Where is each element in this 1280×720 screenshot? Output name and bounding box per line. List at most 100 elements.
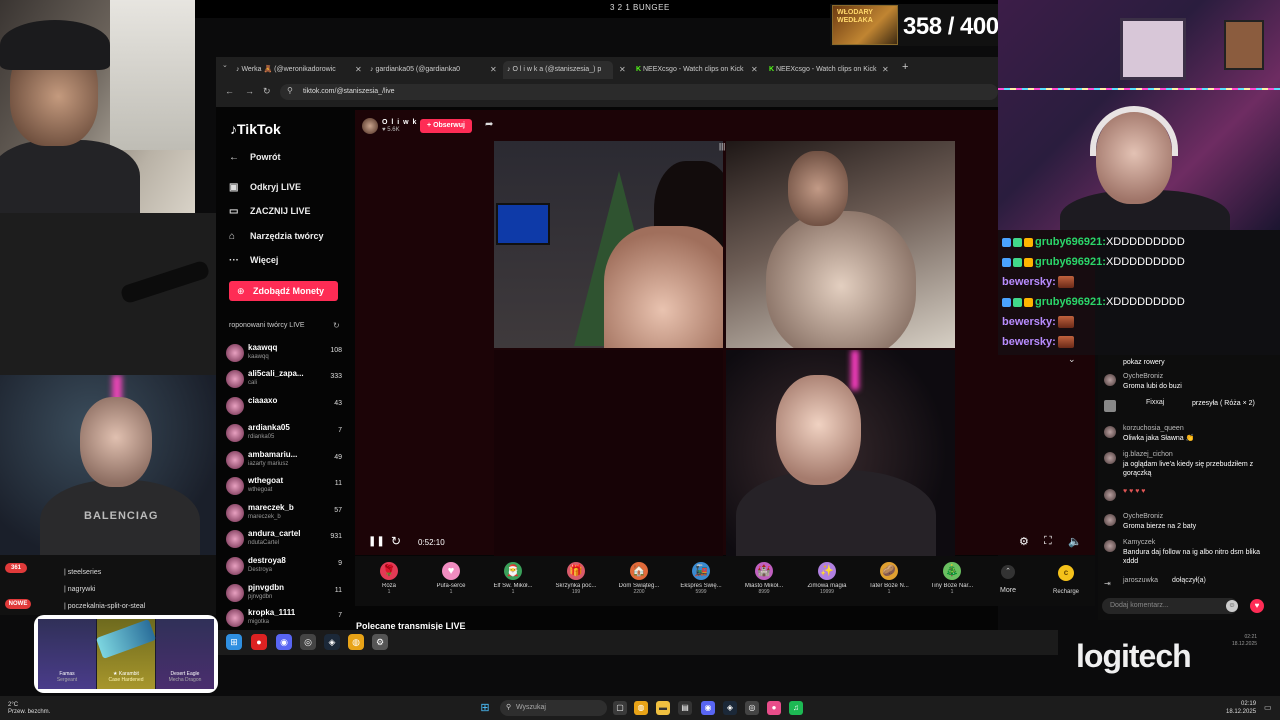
close-icon[interactable]: ✕ (355, 61, 362, 79)
site-info-icon[interactable]: ⚲ (287, 86, 293, 95)
reload-icon[interactable]: ↻ (391, 534, 401, 548)
spotify-icon[interactable]: ♫ (789, 701, 803, 715)
notification-icon[interactable]: ▭ (1264, 703, 1272, 712)
avatar (226, 370, 244, 388)
creator-item[interactable]: destroya8 Destroya 9 (222, 555, 346, 579)
volume-icon[interactable]: 🔈 (1068, 535, 1082, 548)
chat-user: gruby696921: (1035, 256, 1106, 268)
share-icon[interactable]: ➦ (485, 119, 493, 130)
avatar (1104, 374, 1116, 386)
chevron-down-icon[interactable]: ⌄ (1068, 354, 1076, 365)
reload-button[interactable]: ↻ (263, 86, 271, 97)
follow-button[interactable]: + Obserwuj (420, 119, 472, 133)
tab-list-icon[interactable]: ⌄ (222, 61, 228, 69)
obs-icon[interactable]: ● (767, 701, 781, 715)
url-text[interactable]: tiktok.com/@staniszesia_/live (303, 88, 395, 95)
host-name[interactable]: O l i w k a (382, 119, 425, 126)
get-coins-button[interactable]: Zdobądź Monety (229, 281, 338, 301)
system-clock[interactable]: 02:19 18.12.2025 (1226, 700, 1256, 716)
nav-creator-tools[interactable]: ⌂ Narzędzia twórcy (229, 231, 324, 242)
close-icon[interactable]: ✕ (882, 61, 889, 79)
browser-tab[interactable]: K NEEXcsgo - Watch clips on Kick (636, 61, 746, 79)
chat-user[interactable]: korzuchosia_queen (1123, 425, 1184, 432)
channel-item[interactable]: | steelseries (64, 569, 101, 576)
creator-item[interactable]: kaawqq kaawqq 108 (222, 342, 346, 366)
creator-item[interactable]: ardianka05 rdianka05 7 (222, 422, 346, 446)
creator-item[interactable]: ambamariu... iazarty mariusz 49 (222, 449, 346, 473)
emoji-icon[interactable]: ☺ (1226, 600, 1238, 612)
creator-item[interactable]: mareczek_b mareczek_b 57 (222, 502, 346, 526)
back-button[interactable]: ← (225, 86, 234, 96)
close-icon[interactable]: ✕ (490, 61, 497, 79)
recharge-button[interactable]: c Recharge (1045, 565, 1087, 595)
creator-name: pjnvgdbn (248, 583, 284, 592)
creator-item[interactable]: ali5cali_zapa... cali 333 (222, 368, 346, 392)
fullscreen-icon[interactable]: ⛶ (1044, 535, 1052, 548)
channel-item[interactable]: | poczekalnia-split-or-steal (64, 603, 145, 610)
chat-user[interactable]: Fixxaj (1146, 399, 1164, 406)
app-icon[interactable]: ◎ (745, 701, 759, 715)
folder-icon[interactable]: ▬ (656, 701, 670, 715)
nav-start-live[interactable]: ▭ ZACZNIJ LIVE (229, 206, 311, 217)
close-icon[interactable]: ✕ (619, 61, 626, 79)
refresh-icon[interactable]: ↻ (333, 321, 340, 330)
creator-item[interactable]: wthegoat wthegoat 11 (222, 475, 346, 499)
discord-icon[interactable]: ◉ (701, 701, 715, 715)
gift-item[interactable]: 🎅 Elf Św. Mikoł... 1 (483, 562, 543, 595)
gift-item[interactable]: 🥔 Tater Boże N... 1 (859, 562, 919, 595)
tiktok-logo[interactable]: ♪TikTok (230, 121, 281, 137)
comment-input[interactable]: Dodaj komentarz... (1102, 598, 1238, 614)
weather-widget[interactable]: 2°C Przew. bezchm. (8, 702, 50, 716)
video-tile-1 (494, 141, 723, 348)
task-view-icon[interactable]: ▢ (613, 701, 627, 715)
host-avatar[interactable] (362, 118, 378, 134)
settings-icon[interactable]: ⚙ (1019, 535, 1029, 548)
gift-item[interactable]: 🚂 Ekspres Świę... 5999 (671, 562, 731, 595)
gift-item[interactable]: ♥ Pufa-serce 1 (421, 562, 481, 595)
start-icon[interactable]: ⊞ (478, 701, 492, 715)
chat-user[interactable]: ig.blazej_cichon (1123, 451, 1173, 458)
chat-user[interactable]: Kamyczek (1123, 539, 1155, 546)
avatar (226, 397, 244, 415)
banner-title: 3 2 1 BUNGEE (610, 3, 670, 12)
more-gifts-button[interactable]: ⌃ More (993, 565, 1023, 594)
live-stream-area[interactable] (355, 110, 1095, 555)
pause-icon[interactable]: ❚❚ (368, 536, 385, 547)
nav-label: Odkryj LIVE (250, 182, 302, 192)
channel-item[interactable]: | nagrywki (64, 586, 95, 593)
creator-item[interactable]: andura_cartel ndutaCartel 931 (222, 528, 346, 552)
nav-back[interactable]: ← Powrót (229, 152, 281, 163)
gift-item[interactable]: 🎄 Tiny Boże Nar... 1 (922, 562, 982, 595)
gift-item[interactable]: 🏠 Dom Świąteg... 2200 (609, 562, 669, 595)
heart-icon[interactable]: ♥ (1250, 599, 1264, 613)
creator-item[interactable]: kropka_1111 migotka 7 (222, 607, 346, 631)
chat-user[interactable]: OycheBroniz (1123, 373, 1163, 380)
browser-tab[interactable]: K NEEXcsgo - Watch clips on Kick (769, 61, 879, 79)
wall-painting (1224, 20, 1264, 70)
chrome-icon[interactable]: ◍ (634, 701, 648, 715)
creator-item[interactable]: pjnvgdbn pjnvgdbn 11 (222, 582, 346, 606)
browser-tab-active[interactable]: ♪ O l i w k a (@staniszesia_) p (503, 61, 613, 79)
creator-sub: mareczek_b (248, 514, 281, 520)
new-tab-button[interactable]: + (902, 61, 908, 73)
chat-text: Groma lubi do buzi (1123, 383, 1182, 390)
browser-tab[interactable]: ♪ Werka 🧸 (@weronikadorowic (236, 61, 346, 79)
gift-item[interactable]: 🏰 Miasto Mikoł... 8999 (734, 562, 794, 595)
gift-item[interactable]: ✨ Zimowa magia 19999 (797, 562, 857, 595)
creator-item[interactable]: ciaaaxo 43 (222, 395, 346, 419)
badge-icon (1013, 257, 1022, 267)
audio-level-icon: ||| (719, 142, 726, 151)
nav-more[interactable]: ··· Więcej (229, 255, 278, 266)
nav-discover-live[interactable]: ▣ Odkryj LIVE (229, 182, 301, 193)
taskbar-search[interactable]: Wyszukaj (500, 700, 607, 716)
browser-tab[interactable]: ♪ gardianka05 (@gardianka0 (370, 61, 470, 79)
forward-button[interactable]: → (245, 86, 254, 96)
steam-icon[interactable]: ◈ (723, 701, 737, 715)
chat-user[interactable]: OycheBroniz (1123, 513, 1163, 520)
close-icon[interactable]: ✕ (751, 61, 758, 79)
chat-user[interactable]: jaroszuwka (1123, 577, 1158, 584)
terminal-icon[interactable]: ▤ (678, 701, 692, 715)
gift-item[interactable]: 🎁 Skrzynka poc... 199 (546, 562, 606, 595)
channel-badge: 361 (5, 563, 27, 573)
gift-item[interactable]: 🌹 Róża 1 (359, 562, 419, 595)
